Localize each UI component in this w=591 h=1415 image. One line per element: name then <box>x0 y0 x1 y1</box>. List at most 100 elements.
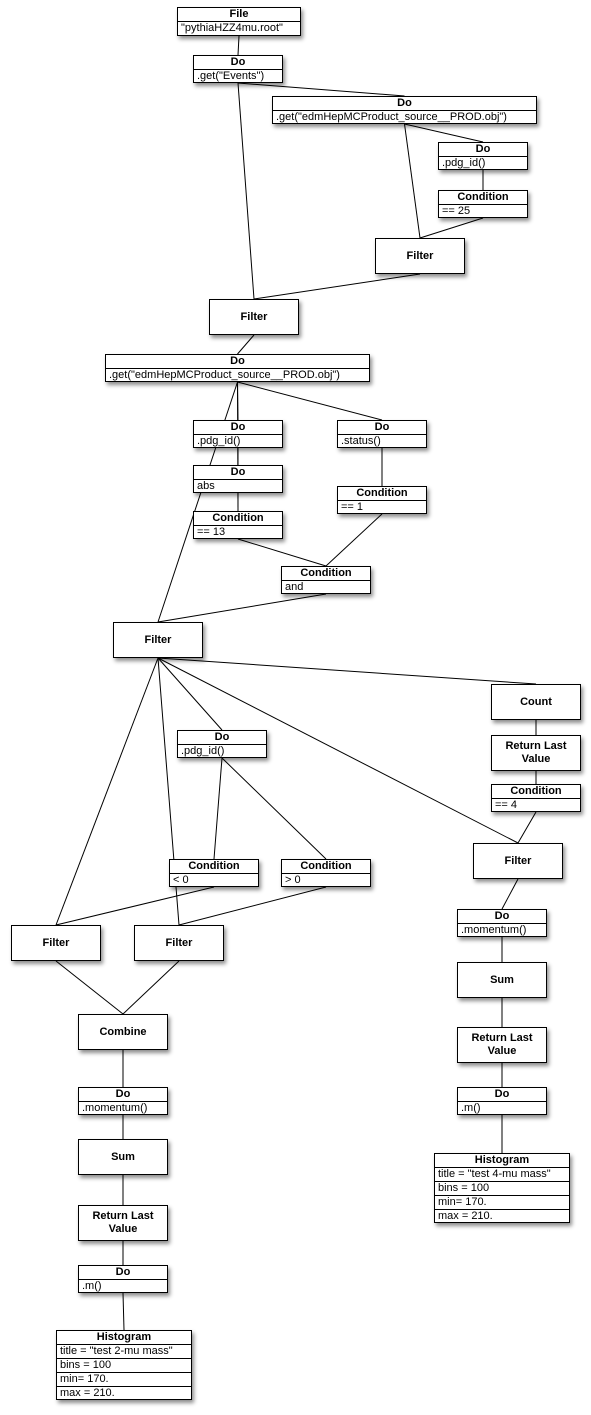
return-last-value-node[interactable]: Return Last Value <box>78 1205 168 1241</box>
edge-15-16 <box>157 657 537 685</box>
edge-15-23 <box>55 657 159 926</box>
node-title: Combine <box>99 1025 147 1038</box>
node-parameter: == 13 <box>197 526 226 538</box>
filter-node[interactable]: Filter <box>113 622 203 658</box>
node-title: Do <box>106 355 369 369</box>
node-parameter: abs <box>197 480 215 492</box>
node-parameter: < 0 <box>173 874 189 886</box>
condition-node[interactable]: Condition < 0 <box>169 859 259 887</box>
do-node[interactable]: Do .m() <box>78 1265 168 1293</box>
node-title: Do <box>194 421 282 435</box>
node-parameter: == 4 <box>495 799 518 811</box>
filter-node[interactable]: Filter <box>209 299 299 335</box>
do-node[interactable]: Do .get("edmHepMCProduct_source__PROD.obj… <box>105 354 370 382</box>
node-title: Return Last Value <box>92 1210 154 1235</box>
condition-node[interactable]: Condition and <box>281 566 371 594</box>
return-last-value-node[interactable]: Return Last Value <box>491 735 581 771</box>
node-title: Do <box>194 56 282 70</box>
edge-3-6 <box>404 123 421 239</box>
edge-12-14 <box>325 513 383 567</box>
node-title: Filter <box>406 249 434 262</box>
count-node[interactable]: Count <box>491 684 581 720</box>
node-parameter: .get("edmHepMCProduct_source__PROD.obj") <box>276 111 507 123</box>
node-title: Do <box>79 1088 167 1102</box>
sum-node[interactable]: Sum <box>78 1139 168 1175</box>
node-parameter: .pdg_id() <box>442 157 486 169</box>
node-parameter: title = "test 4-mu mass" <box>435 1168 569 1182</box>
node-parameter: == 1 <box>341 501 364 513</box>
do-node[interactable]: Do .momentum() <box>78 1087 168 1115</box>
sum-node[interactable]: Sum <box>457 962 547 998</box>
do-node[interactable]: Do .get("edmHepMCProduct_source__PROD.obj… <box>272 96 537 124</box>
node-title: Histogram <box>57 1331 191 1345</box>
combine-node[interactable]: Combine <box>78 1014 168 1050</box>
node-title: Do <box>79 1266 167 1280</box>
edge-15-19 <box>157 657 223 731</box>
return-last-value-node[interactable]: Return Last Value <box>457 1027 547 1063</box>
condition-node[interactable]: Condition == 13 <box>193 511 283 539</box>
edge-3-4 <box>404 123 484 143</box>
edge-18-22 <box>517 811 537 844</box>
do-node[interactable]: Do .get("Events") <box>193 55 283 83</box>
node-parameter: .pdg_id() <box>197 435 241 447</box>
condition-node[interactable]: Condition == 1 <box>337 486 427 514</box>
node-title: Filter <box>504 854 532 867</box>
filter-node[interactable]: Filter <box>134 925 224 961</box>
do-node[interactable]: Do .pdg_id() <box>438 142 528 170</box>
node-parameter: bins = 100 <box>57 1359 191 1373</box>
condition-node[interactable]: Condition == 4 <box>491 784 581 812</box>
node-title: Do <box>439 143 527 157</box>
filter-node[interactable]: Filter <box>11 925 101 961</box>
dataflow-diagram: File "pythiaHZZ4mu.root" Do .get("Events") D… <box>0 0 591 1415</box>
node-title: Do <box>178 731 266 745</box>
node-title: Sum <box>490 973 514 986</box>
node-title: Condition <box>282 567 370 581</box>
node-title: Do <box>273 97 536 111</box>
condition-node[interactable]: Condition > 0 <box>281 859 371 887</box>
node-parameter: .m() <box>461 1102 481 1114</box>
condition-node[interactable]: Condition == 25 <box>438 190 528 218</box>
node-title: Filter <box>144 633 172 646</box>
node-parameter: .get("edmHepMCProduct_source__PROD.obj") <box>109 369 340 381</box>
node-parameter: .get("Events") <box>197 70 265 82</box>
node-title: Do <box>458 910 546 924</box>
node-title: Filter <box>42 936 70 949</box>
file-node[interactable]: File "pythiaHZZ4mu.root" <box>177 7 301 36</box>
do-node[interactable]: Do .momentum() <box>457 909 547 937</box>
node-title: Histogram <box>435 1154 569 1168</box>
edge-14-15 <box>157 593 327 623</box>
edge-8-10 <box>237 381 383 421</box>
node-title: Condition <box>282 860 370 874</box>
node-parameter: min= 170. <box>57 1373 191 1387</box>
node-parameter: max = 210. <box>438 1210 493 1222</box>
node-parameter: .status() <box>341 435 381 447</box>
do-node[interactable]: Do .m() <box>457 1087 547 1115</box>
node-parameter: .momentum() <box>461 924 527 936</box>
node-parameter: max = 210. <box>60 1387 115 1399</box>
histogram-node[interactable]: Histogram title = "test 2-mu mass" bins = … <box>56 1330 192 1400</box>
node-title: Sum <box>111 1150 135 1163</box>
do-node[interactable]: Do .pdg_id() <box>177 730 267 758</box>
filter-node[interactable]: Filter <box>375 238 465 274</box>
edge-19-21 <box>221 757 327 860</box>
edge-22-25 <box>501 878 519 910</box>
edge-6-7 <box>253 273 421 300</box>
node-title: Condition <box>338 487 426 501</box>
node-parameter: .m() <box>82 1280 102 1292</box>
node-title: Return Last Value <box>505 740 567 765</box>
node-parameter: > 0 <box>285 874 301 886</box>
node-title: Do <box>194 466 282 480</box>
do-node[interactable]: Do abs <box>193 465 283 493</box>
filter-node[interactable]: Filter <box>473 843 563 879</box>
do-node[interactable]: Do .pdg_id() <box>193 420 283 448</box>
edge-13-14 <box>237 538 327 567</box>
edge-19-20 <box>213 757 223 860</box>
do-node[interactable]: Do .status() <box>337 420 427 448</box>
node-title: Condition <box>492 785 580 799</box>
edge-23-28 <box>55 960 124 1015</box>
node-title: Count <box>520 695 552 708</box>
edge-21-24 <box>178 886 327 926</box>
node-title: File <box>178 8 300 22</box>
edge-5-6 <box>419 217 484 239</box>
histogram-node[interactable]: Histogram title = "test 4-mu mass" bins = … <box>434 1153 570 1223</box>
